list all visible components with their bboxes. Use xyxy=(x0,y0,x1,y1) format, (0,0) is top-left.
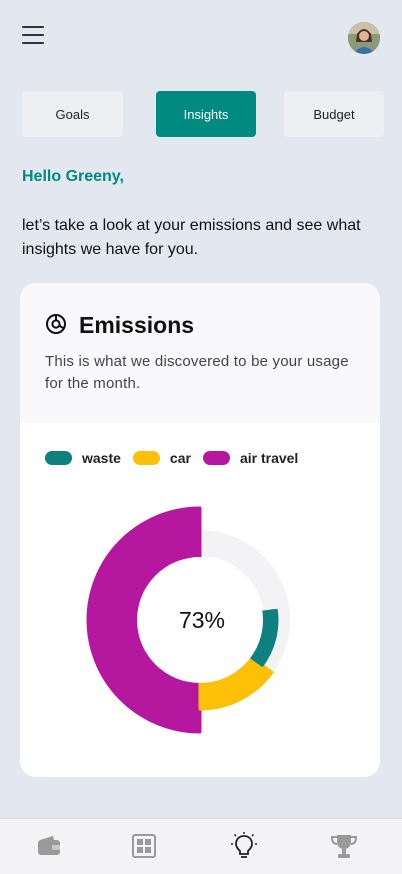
lightbulb-icon xyxy=(231,832,257,858)
legend-item-car: car xyxy=(132,450,191,466)
legend-label-air-travel: air travel xyxy=(239,450,299,466)
nav-insights[interactable] xyxy=(229,831,259,861)
hamburger-line xyxy=(22,34,44,36)
bottom-nav xyxy=(0,818,402,874)
avatar[interactable] xyxy=(348,22,380,54)
legend-item-waste: waste xyxy=(45,450,121,466)
tab-budget[interactable]: Budget xyxy=(284,91,384,137)
legend-label-waste: waste xyxy=(82,450,121,466)
wallet-icon xyxy=(38,836,60,855)
greeting: Hello Greeny, xyxy=(22,168,124,185)
grid-icon xyxy=(132,834,156,858)
nav-wallet[interactable] xyxy=(34,831,64,861)
nav-trophy[interactable] xyxy=(329,831,359,861)
intro-text: let’s take a look at your emissions and … xyxy=(22,217,361,258)
donut-chart-icon xyxy=(46,314,66,334)
tab-insights[interactable]: Insights xyxy=(156,91,256,137)
card-title: Emissions xyxy=(79,312,195,338)
card-description: This is what we discovered to be your us… xyxy=(45,353,349,392)
tab-bar: Goals Insights Budget xyxy=(22,91,384,137)
legend-item-air-travel: air travel xyxy=(202,450,299,466)
emissions-donut-chart: 73% xyxy=(86,506,290,734)
emissions-card: Emissions This is what we discovered to … xyxy=(20,283,380,777)
hamburger-menu-icon xyxy=(22,26,44,28)
menu-button[interactable] xyxy=(22,26,46,44)
legend-swatch-waste xyxy=(45,451,72,465)
chart-center-label: 73% xyxy=(179,607,225,633)
user-avatar-image xyxy=(348,22,380,54)
legend-swatch-air-travel xyxy=(202,451,230,465)
legend-swatch-car xyxy=(132,451,160,465)
legend-label-car: car xyxy=(169,450,191,466)
hamburger-line xyxy=(22,42,44,44)
nav-grid[interactable] xyxy=(129,831,159,861)
card-header: Emissions This is what we discovered to … xyxy=(20,283,380,423)
chart-legend: waste car air travel xyxy=(45,450,310,466)
tab-goals[interactable]: Goals xyxy=(22,91,123,137)
trophy-icon xyxy=(330,835,358,858)
